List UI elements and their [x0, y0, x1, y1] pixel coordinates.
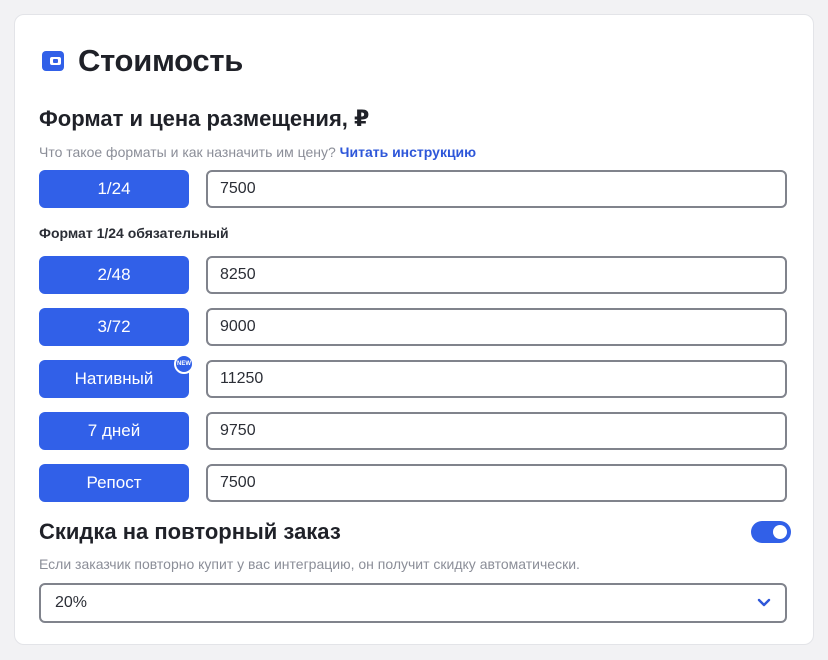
- wallet-icon: [42, 51, 64, 71]
- page-title: Стоимость: [78, 43, 243, 78]
- format-button-2-48[interactable]: 2/48: [39, 256, 189, 294]
- price-input-1-24[interactable]: [206, 170, 787, 208]
- format-hint-text: Что такое форматы и как назначить им цен…: [39, 144, 336, 160]
- format-row-native: Нативный NEW: [39, 354, 787, 398]
- format-button-1-24[interactable]: 1/24: [39, 170, 189, 208]
- format-row-1-24: 1/24: [39, 170, 787, 208]
- instructions-link[interactable]: Читать инструкцию: [340, 144, 476, 160]
- discount-heading: Скидка на повторный заказ: [39, 519, 341, 544]
- format-row-3-72: 3/72: [39, 308, 787, 346]
- format-button-7-days[interactable]: 7 дней: [39, 412, 189, 450]
- format-hint: Что такое форматы и как назначить им цен…: [39, 144, 476, 160]
- price-input-3-72[interactable]: [206, 308, 787, 346]
- format-row-7-days: 7 дней: [39, 412, 787, 450]
- discount-description: Если заказчик повторно купит у вас интег…: [39, 556, 580, 572]
- price-input-2-48[interactable]: [206, 256, 787, 294]
- discount-select-value: 20%: [55, 594, 88, 611]
- format-row-2-48: 2/48: [39, 256, 787, 294]
- format-button-native[interactable]: Нативный NEW: [39, 354, 194, 398]
- toggle-knob: [773, 525, 787, 539]
- discount-toggle[interactable]: [751, 521, 791, 543]
- format-row-repost: Репост: [39, 464, 787, 502]
- cost-card: Стоимость Формат и цена размещения, ₽ Чт…: [14, 14, 814, 645]
- format-section-heading: Формат и цена размещения, ₽: [39, 106, 370, 131]
- format-button-repost[interactable]: Репост: [39, 464, 189, 502]
- discount-select[interactable]: 20%: [39, 583, 787, 623]
- chevron-down-icon: [757, 598, 771, 607]
- format-button-native-label: Нативный: [74, 369, 154, 388]
- price-input-native[interactable]: [206, 360, 787, 398]
- new-badge: NEW: [174, 354, 194, 374]
- price-input-repost[interactable]: [206, 464, 787, 502]
- format-button-3-72[interactable]: 3/72: [39, 308, 189, 346]
- card-header: Стоимость: [41, 43, 243, 79]
- required-format-note: Формат 1/24 обязательный: [39, 225, 229, 241]
- price-input-7-days[interactable]: [206, 412, 787, 450]
